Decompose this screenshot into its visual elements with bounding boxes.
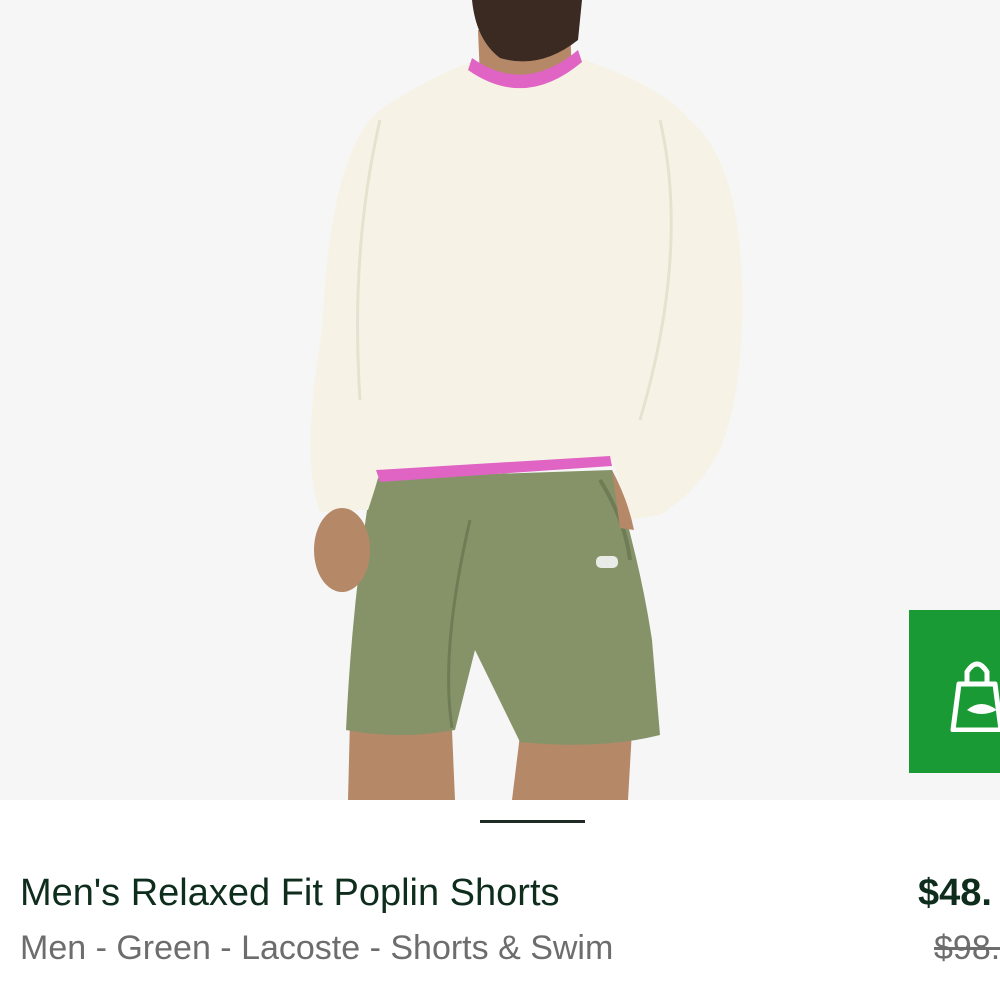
original-price: $98.: [934, 929, 1000, 967]
sale-price: $48.: [918, 872, 992, 914]
product-card[interactable]: Men's Relaxed Fit Poplin Shorts Men - Gr…: [0, 0, 1000, 1000]
product-subtitle: Men - Green - Lacoste - Shorts & Swim: [20, 929, 614, 967]
add-to-bag-button[interactable]: [909, 610, 1000, 773]
model-photo: [310, 0, 743, 800]
product-title[interactable]: Men's Relaxed Fit Poplin Shorts: [20, 870, 560, 916]
carousel-indicator[interactable]: [480, 820, 585, 823]
price-block: $48. $98.: [918, 868, 1000, 978]
shopping-bag-icon: [950, 661, 1000, 732]
product-image[interactable]: [0, 0, 1000, 800]
